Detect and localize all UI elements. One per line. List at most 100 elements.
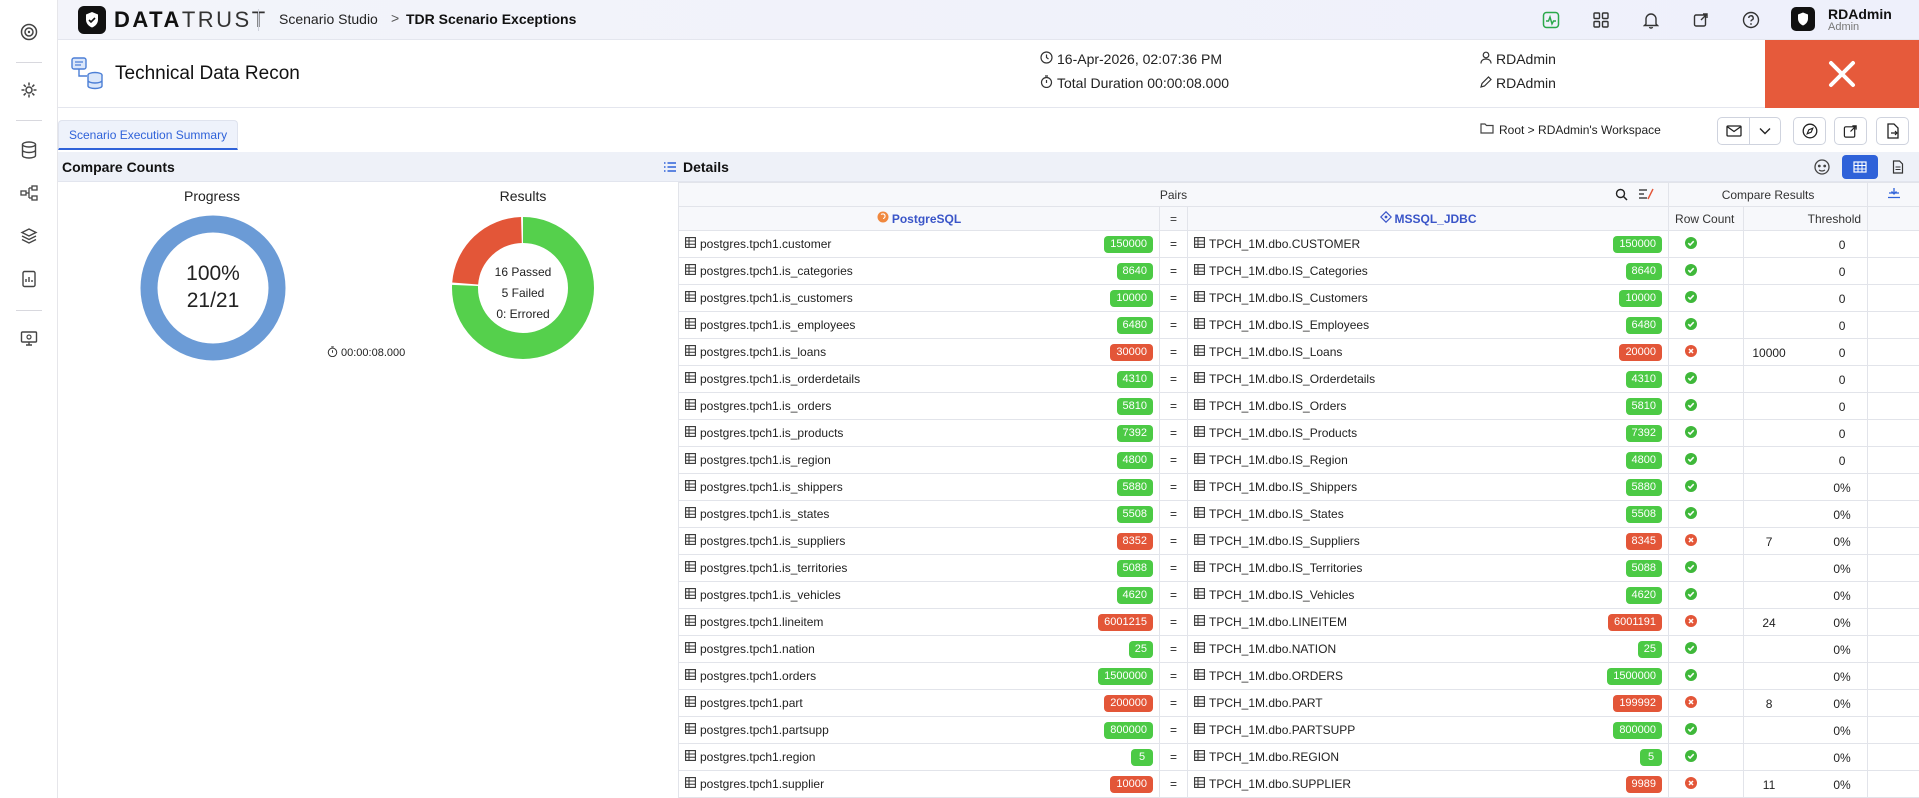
external-link-icon[interactable] bbox=[1690, 9, 1712, 31]
row-count-result-cell[interactable] bbox=[1668, 257, 1745, 285]
row-count-result-cell[interactable] bbox=[1668, 446, 1745, 474]
source-table-cell[interactable]: postgres.tpch1.part 200000 bbox=[678, 689, 1160, 717]
document-view-button[interactable] bbox=[1883, 155, 1913, 179]
row-count-result-cell[interactable] bbox=[1668, 473, 1745, 501]
target-table-cell[interactable]: TPCH_1M.dbo.IS_States 5508 bbox=[1186, 500, 1670, 528]
row-count-result-cell[interactable] bbox=[1668, 716, 1745, 744]
report-icon[interactable] bbox=[17, 267, 41, 291]
row-count-result-cell[interactable] bbox=[1668, 770, 1745, 798]
source-table-cell[interactable]: postgres.tpch1.is_loans 30000 bbox=[678, 338, 1160, 366]
row-count-result-cell[interactable] bbox=[1668, 419, 1745, 447]
threshold-column-header[interactable]: Threshold bbox=[1743, 206, 1869, 231]
source-table-cell[interactable]: postgres.tpch1.is_suppliers 8352 bbox=[678, 527, 1160, 555]
row-count-result-cell[interactable] bbox=[1668, 230, 1745, 258]
row-count-result-cell[interactable] bbox=[1668, 392, 1745, 420]
row-count-result-cell[interactable] bbox=[1668, 338, 1745, 366]
target-table-cell[interactable]: TPCH_1M.dbo.SUPPLIER 9989 bbox=[1186, 770, 1670, 798]
source-table-cell[interactable]: postgres.tpch1.is_territories 5088 bbox=[678, 554, 1160, 582]
target-table-cell[interactable]: TPCH_1M.dbo.IS_Loans 20000 bbox=[1186, 338, 1670, 366]
source-table-cell[interactable]: postgres.tpch1.is_region 4800 bbox=[678, 446, 1160, 474]
target-table-cell[interactable]: TPCH_1M.dbo.LINEITEM 6001191 bbox=[1186, 608, 1670, 636]
source-table-cell[interactable]: postgres.tpch1.is_employees 6480 bbox=[678, 311, 1160, 339]
row-count-result-cell[interactable] bbox=[1668, 608, 1745, 636]
email-dropdown-button[interactable] bbox=[1749, 118, 1780, 144]
table-row[interactable]: postgres.tpch1.nation 25 = TPCH_1M.dbo.NATI… bbox=[678, 635, 1919, 663]
row-count-column-header[interactable]: Row Count bbox=[1668, 206, 1745, 231]
table-row[interactable]: postgres.tpch1.is_categories 8640 = TPCH_1M… bbox=[678, 257, 1919, 285]
table-row[interactable]: postgres.tpch1.is_vehicles 4620 = TPCH_1M.d… bbox=[678, 581, 1919, 609]
table-row[interactable]: postgres.tpch1.orders 1500000 = TPCH_1M.dbo… bbox=[678, 662, 1919, 690]
table-row[interactable]: postgres.tpch1.lineitem 6001215 = TPCH_1M.d… bbox=[678, 608, 1919, 636]
source-table-cell[interactable]: postgres.tpch1.customer 150000 bbox=[678, 230, 1160, 258]
target-table-cell[interactable]: TPCH_1M.dbo.IS_Suppliers 8345 bbox=[1186, 527, 1670, 555]
user-name[interactable]: RDAdmin bbox=[1828, 6, 1892, 22]
row-count-result-cell[interactable] bbox=[1668, 554, 1745, 582]
table-row[interactable]: postgres.tpch1.is_employees 6480 = TPCH_1M.… bbox=[678, 311, 1919, 339]
source-table-cell[interactable]: postgres.tpch1.is_customers 10000 bbox=[678, 284, 1160, 312]
open-external-button[interactable] bbox=[1834, 117, 1867, 145]
source-table-cell[interactable]: postgres.tpch1.is_states 5508 bbox=[678, 500, 1160, 528]
brand-logo[interactable]: DATATRUST bbox=[78, 5, 268, 35]
grid-view-button[interactable] bbox=[1842, 155, 1878, 179]
table-row[interactable]: postgres.tpch1.is_suppliers 8352 = TPCH_1M.… bbox=[678, 527, 1919, 555]
target-table-cell[interactable]: TPCH_1M.dbo.NATION 25 bbox=[1186, 635, 1670, 663]
source-table-cell[interactable]: postgres.tpch1.is_orderdetails 4310 bbox=[678, 365, 1160, 393]
table-row[interactable]: postgres.tpch1.is_territories 5088 = TPCH_1… bbox=[678, 554, 1919, 582]
target-table-cell[interactable]: TPCH_1M.dbo.CUSTOMER 150000 bbox=[1186, 230, 1670, 258]
target-table-cell[interactable]: TPCH_1M.dbo.IS_Shippers 5880 bbox=[1186, 473, 1670, 501]
row-count-result-cell[interactable] bbox=[1668, 365, 1745, 393]
table-row[interactable]: postgres.tpch1.supplier 10000 = TPCH_1M.dbo… bbox=[678, 770, 1919, 798]
table-row[interactable]: postgres.tpch1.is_region 4800 = TPCH_1M.dbo… bbox=[678, 446, 1919, 474]
help-icon[interactable] bbox=[1740, 9, 1762, 31]
table-row[interactable]: postgres.tpch1.customer 150000 = TPCH_1M.db… bbox=[678, 230, 1919, 258]
monitor-settings-icon[interactable] bbox=[17, 326, 41, 350]
target-table-cell[interactable]: TPCH_1M.dbo.PART 199992 bbox=[1186, 689, 1670, 717]
tab-scenario-execution-summary[interactable]: Scenario Execution Summary bbox=[58, 120, 239, 150]
search-icon[interactable] bbox=[1615, 188, 1628, 204]
monitor-download-icon[interactable] bbox=[1887, 188, 1901, 202]
row-count-result-cell[interactable] bbox=[1668, 527, 1745, 555]
bell-icon[interactable] bbox=[1640, 9, 1662, 31]
breadcrumb-scenario-studio[interactable]: Scenario Studio bbox=[279, 11, 378, 27]
activity-icon[interactable] bbox=[1540, 9, 1562, 31]
row-count-result-cell[interactable] bbox=[1668, 743, 1745, 771]
target-table-cell[interactable]: TPCH_1M.dbo.PARTSUPP 800000 bbox=[1186, 716, 1670, 744]
target-table-cell[interactable]: TPCH_1M.dbo.IS_Vehicles 4620 bbox=[1186, 581, 1670, 609]
target-table-cell[interactable]: TPCH_1M.dbo.IS_Region 4800 bbox=[1186, 446, 1670, 474]
table-row[interactable]: postgres.tpch1.part 200000 = TPCH_1M.dbo.PA… bbox=[678, 689, 1919, 717]
row-count-result-cell[interactable] bbox=[1668, 500, 1745, 528]
source-table-cell[interactable]: postgres.tpch1.is_orders 5810 bbox=[678, 392, 1160, 420]
database-icon[interactable] bbox=[17, 138, 41, 162]
target-table-cell[interactable]: TPCH_1M.dbo.IS_Orderdetails 4310 bbox=[1186, 365, 1670, 393]
row-count-result-cell[interactable] bbox=[1668, 284, 1745, 312]
table-row[interactable]: postgres.tpch1.is_states 5508 = TPCH_1M.dbo… bbox=[678, 500, 1919, 528]
table-row[interactable]: postgres.tpch1.is_shippers 5880 = TPCH_1M.d… bbox=[678, 473, 1919, 501]
table-row[interactable]: postgres.tpch1.region 5 = TPCH_1M.dbo.REGIO… bbox=[678, 743, 1919, 771]
target-table-cell[interactable]: TPCH_1M.dbo.IS_Orders 5810 bbox=[1186, 392, 1670, 420]
table-row[interactable]: postgres.tpch1.partsupp 800000 = TPCH_1M.db… bbox=[678, 716, 1919, 744]
row-count-result-cell[interactable] bbox=[1668, 689, 1745, 717]
source-table-cell[interactable]: postgres.tpch1.is_shippers 5880 bbox=[678, 473, 1160, 501]
target-table-cell[interactable]: TPCH_1M.dbo.REGION 5 bbox=[1186, 743, 1670, 771]
gear-icon[interactable] bbox=[17, 78, 41, 102]
layers-icon[interactable] bbox=[17, 224, 41, 248]
source-table-cell[interactable]: postgres.tpch1.nation 25 bbox=[678, 635, 1160, 663]
source-table-cell[interactable]: postgres.tpch1.lineitem 6001215 bbox=[678, 608, 1160, 636]
target-table-cell[interactable]: TPCH_1M.dbo.IS_Employees 6480 bbox=[1186, 311, 1670, 339]
table-row[interactable]: postgres.tpch1.is_customers 10000 = TPCH_1M… bbox=[678, 284, 1919, 312]
source-table-cell[interactable]: postgres.tpch1.is_vehicles 4620 bbox=[678, 581, 1160, 609]
row-count-result-cell[interactable] bbox=[1668, 662, 1745, 690]
target-table-cell[interactable]: TPCH_1M.dbo.ORDERS 1500000 bbox=[1186, 662, 1670, 690]
source-table-cell[interactable]: postgres.tpch1.region 5 bbox=[678, 743, 1160, 771]
user-avatar[interactable] bbox=[1791, 7, 1815, 31]
row-count-result-cell[interactable] bbox=[1668, 635, 1745, 663]
table-row[interactable]: postgres.tpch1.is_orderdetails 4310 = TPCH_… bbox=[678, 365, 1919, 393]
target-column-header[interactable]: MSSQL_JDBC bbox=[1186, 206, 1670, 231]
target-table-cell[interactable]: TPCH_1M.dbo.IS_Customers 10000 bbox=[1186, 284, 1670, 312]
row-count-result-cell[interactable] bbox=[1668, 311, 1745, 339]
source-column-header[interactable]: PostgreSQL bbox=[678, 206, 1160, 231]
mask-icon[interactable] bbox=[1813, 158, 1831, 179]
source-table-cell[interactable]: postgres.tpch1.is_categories 8640 bbox=[678, 257, 1160, 285]
column-filter-icon[interactable] bbox=[1638, 187, 1654, 204]
target-table-cell[interactable]: TPCH_1M.dbo.IS_Categories 8640 bbox=[1186, 257, 1670, 285]
